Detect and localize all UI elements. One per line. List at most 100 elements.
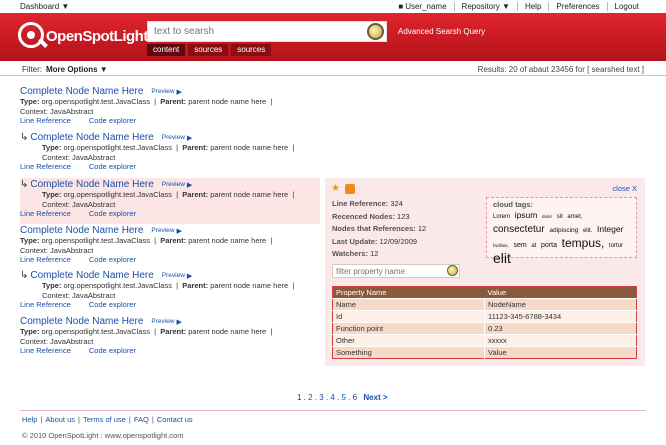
line-reference-link[interactable]: Line Reference bbox=[20, 116, 71, 125]
result-title-link[interactable]: Complete Node Name Here bbox=[20, 316, 143, 327]
top-bar: Dashboard ▼ ■ User_name Repository ▼ Help… bbox=[0, 0, 666, 13]
preview-link[interactable]: Preview bbox=[151, 227, 174, 234]
tag-word[interactable]: porta bbox=[541, 242, 557, 249]
context-value: JavaAbstract bbox=[50, 106, 94, 116]
parent-label: Parent: bbox=[160, 236, 187, 245]
preview-link[interactable]: Preview bbox=[162, 181, 185, 188]
line-reference-link[interactable]: Line Reference bbox=[20, 162, 71, 171]
play-icon[interactable]: ▶ bbox=[187, 134, 192, 142]
tab-sources-2[interactable]: sources bbox=[231, 44, 272, 56]
result-title-link[interactable]: Complete Node Name Here bbox=[30, 132, 153, 143]
preferences-link[interactable]: Preferences bbox=[548, 2, 606, 11]
tag-word[interactable]: ipsum bbox=[515, 210, 538, 220]
page-link[interactable]: 2 bbox=[308, 393, 312, 402]
play-icon[interactable]: ▶ bbox=[177, 318, 182, 326]
result-title-link[interactable]: Complete Node Name Here bbox=[20, 86, 143, 97]
property-value: 0.23 bbox=[484, 322, 637, 335]
tag-word[interactable]: elit bbox=[493, 250, 511, 266]
play-icon[interactable]: ▶ bbox=[177, 227, 182, 235]
tag-word[interactable]: at bbox=[531, 243, 536, 249]
page-link[interactable]: 6 bbox=[353, 393, 357, 402]
tag-word[interactable]: consectetur bbox=[493, 224, 545, 235]
logo[interactable]: OpenSpotLight bbox=[18, 21, 148, 51]
context-label: Context: bbox=[42, 290, 70, 300]
footer-contact-link[interactable]: Contact us bbox=[157, 415, 193, 424]
tag-word[interactable]: dolor bbox=[542, 214, 552, 219]
line-reference-link[interactable]: Line Reference bbox=[20, 300, 71, 309]
footer-faq-link[interactable]: FAQ bbox=[134, 415, 149, 424]
footer-help-link[interactable]: Help bbox=[22, 415, 37, 424]
tag-word[interactable]: Integer bbox=[597, 224, 623, 234]
code-explorer-link[interactable]: Code explorer bbox=[89, 162, 136, 171]
result-title-link[interactable]: Complete Node Name Here bbox=[20, 225, 143, 236]
logout-link[interactable]: Logout bbox=[606, 2, 646, 11]
result-item: Complete Node Name Here Preview ▶ Type: o… bbox=[20, 225, 320, 269]
help-link[interactable]: Help bbox=[516, 2, 548, 11]
result-context: Context: JavaAbstract bbox=[20, 200, 320, 210]
user-menu[interactable]: ■ User_name bbox=[391, 2, 453, 11]
preview-link[interactable]: Preview bbox=[151, 88, 174, 95]
preview-link[interactable]: Preview bbox=[162, 272, 185, 279]
tag-word[interactable]: facilisis, bbox=[493, 243, 509, 248]
tag-word[interactable]: adipiscing bbox=[549, 227, 578, 234]
tag-word[interactable]: tempus, bbox=[562, 236, 605, 250]
result-context: Context: JavaAbstract bbox=[20, 337, 320, 347]
play-icon[interactable]: ▶ bbox=[177, 88, 182, 96]
stat-label: Watchers: bbox=[332, 249, 368, 258]
tag-word[interactable]: amet, bbox=[567, 214, 582, 220]
magnifier-logo-icon bbox=[18, 22, 44, 48]
rss-icon[interactable] bbox=[345, 184, 355, 194]
filter-bar: Filter: More Options ▼ Results: 20 of ab… bbox=[0, 61, 666, 76]
search-icon[interactable] bbox=[447, 265, 458, 276]
play-icon[interactable]: ▶ bbox=[187, 181, 192, 189]
code-explorer-link[interactable]: Code explorer bbox=[89, 255, 136, 264]
repository-menu[interactable]: Repository ▼ bbox=[453, 2, 517, 11]
tag-word[interactable]: sem bbox=[513, 242, 526, 249]
property-name: Other bbox=[332, 334, 485, 347]
line-reference-link[interactable]: Line Reference bbox=[20, 209, 71, 218]
page-link[interactable]: 5 bbox=[342, 393, 346, 402]
result-title-link[interactable]: Complete Node Name Here bbox=[30, 179, 153, 190]
footer-about-link[interactable]: About us bbox=[45, 415, 75, 424]
play-icon[interactable]: ▶ bbox=[187, 272, 192, 280]
type-value: org.openspotlight.test.JavaClass bbox=[41, 97, 150, 106]
result-item: ↳ Complete Node Name Here Preview ▶ Type:… bbox=[20, 132, 320, 176]
page-link[interactable]: 4 bbox=[330, 393, 334, 402]
page-link[interactable]: 3 bbox=[319, 393, 323, 402]
code-explorer-link[interactable]: Code explorer bbox=[89, 116, 136, 125]
tab-sources[interactable]: sources bbox=[188, 44, 229, 56]
property-filter-input[interactable] bbox=[333, 265, 443, 277]
code-explorer-link[interactable]: Code explorer bbox=[89, 346, 136, 355]
tab-content[interactable]: content bbox=[147, 44, 186, 56]
property-value: NodeName bbox=[484, 298, 637, 311]
result-title-link[interactable]: Complete Node Name Here bbox=[30, 270, 153, 281]
dashboard-menu[interactable]: Dashboard ▼ bbox=[20, 2, 69, 11]
preview-link[interactable]: Preview bbox=[162, 134, 185, 141]
logo-text: OpenSpotLight bbox=[46, 28, 148, 45]
star-icon[interactable]: ★ bbox=[331, 183, 340, 194]
table-row: Function point 0.23 bbox=[332, 322, 637, 335]
close-panel-button[interactable]: close X bbox=[612, 184, 637, 193]
context-label: Context: bbox=[20, 245, 48, 255]
code-explorer-link[interactable]: Code explorer bbox=[89, 209, 136, 218]
line-reference-link[interactable]: Line Reference bbox=[20, 346, 71, 355]
tag-word[interactable]: elit. bbox=[583, 228, 592, 234]
tag-word[interactable]: sit bbox=[557, 214, 563, 220]
tag-word[interactable]: tortor bbox=[609, 243, 623, 249]
result-item-selected[interactable]: ↳ Complete Node Name Here Preview ▶ Type:… bbox=[20, 178, 320, 224]
code-explorer-link[interactable]: Code explorer bbox=[89, 300, 136, 309]
tag-cloud-words: Lorem ipsum dolor sit amet, consectetur … bbox=[493, 209, 630, 268]
next-page-link[interactable]: Next > bbox=[363, 393, 387, 402]
result-links: Line Reference Code explorer bbox=[20, 116, 320, 126]
advanced-search-link[interactable]: Advanced Searsh Query bbox=[398, 27, 485, 36]
stat-value: 12 bbox=[417, 224, 427, 233]
stat-value: 12 bbox=[370, 249, 379, 258]
line-reference-link[interactable]: Line Reference bbox=[20, 255, 71, 264]
search-icon[interactable] bbox=[367, 23, 384, 40]
parent-label: Parent: bbox=[160, 97, 187, 106]
more-options-dropdown[interactable]: More Options ▼ bbox=[46, 65, 108, 74]
footer-terms-link[interactable]: Terms of use bbox=[83, 415, 126, 424]
preview-link[interactable]: Preview bbox=[151, 318, 174, 325]
tag-word[interactable]: Lorem bbox=[493, 214, 510, 220]
search-input[interactable] bbox=[148, 22, 358, 41]
